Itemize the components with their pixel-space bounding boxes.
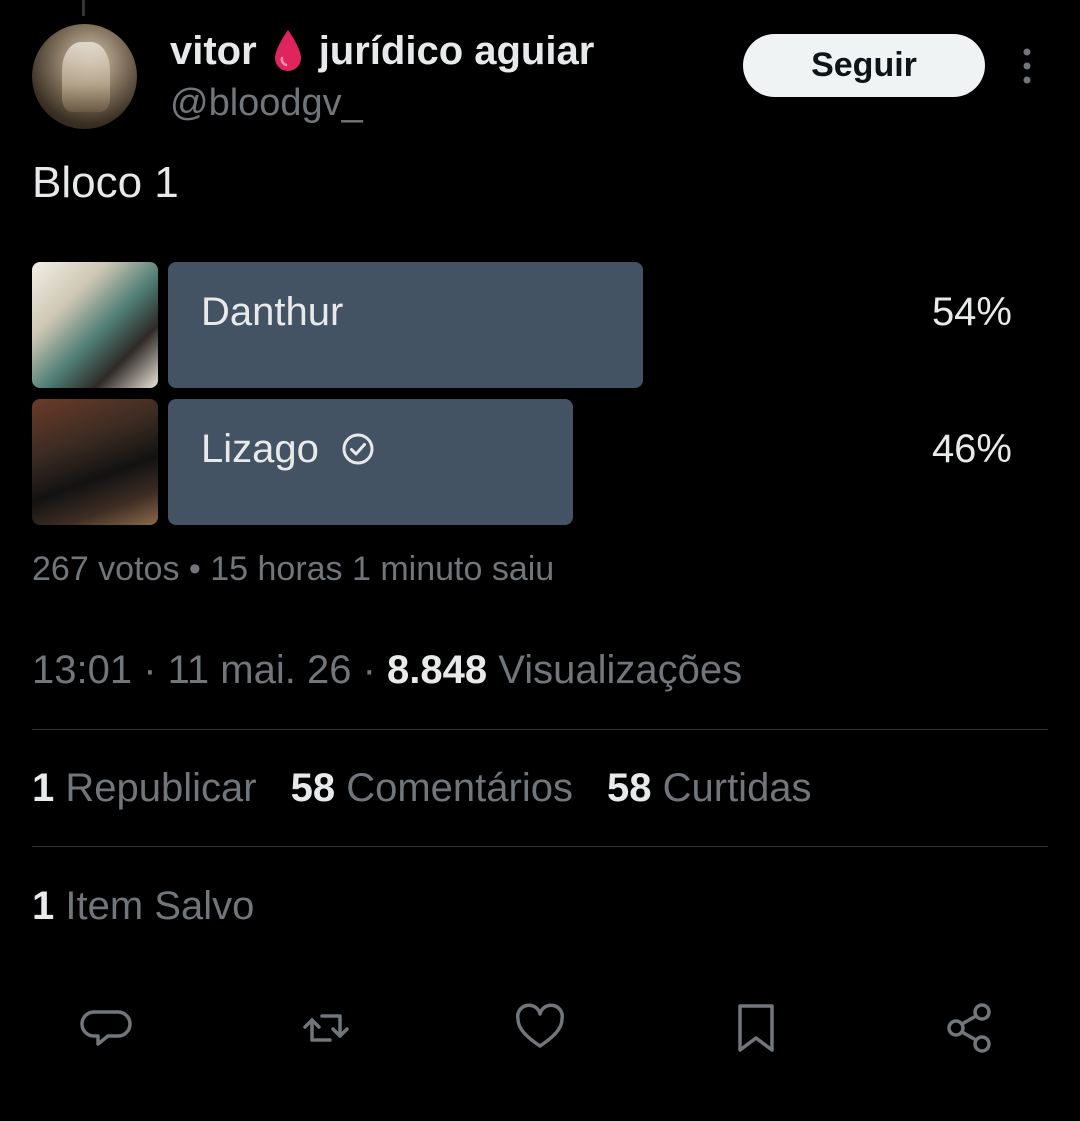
poll-option-lizago: Lizago 46% — [32, 399, 1048, 525]
poll-option-track: Danthur 54% — [168, 262, 1048, 388]
likes-stat[interactable]: 58 Curtidas — [607, 766, 812, 811]
poll-option-track: Lizago 46% — [168, 399, 1048, 525]
author-avatar[interactable] — [32, 24, 137, 129]
poll-option-image[interactable] — [32, 262, 158, 388]
reply-icon[interactable] — [78, 1000, 134, 1056]
views-label: Visualizações — [498, 648, 743, 692]
share-icon[interactable] — [942, 1000, 998, 1056]
bookmark-icon[interactable] — [728, 1000, 784, 1056]
comments-stat[interactable]: 58 Comentários — [291, 766, 573, 811]
poll-option-percent: 54% — [931, 289, 1012, 334]
poll-option-text: Lizago — [201, 426, 319, 471]
drop-of-blood-icon — [274, 30, 301, 71]
engagement-stats: 1 Republicar 58 Comentários 58 Curtidas — [32, 766, 812, 811]
reposts-stat[interactable]: 1 Republicar — [32, 766, 257, 811]
poll-option-image[interactable] — [32, 399, 158, 525]
voted-check-icon — [342, 433, 374, 465]
more-options-icon[interactable] — [1016, 46, 1038, 86]
poll-option-percent: 46% — [931, 426, 1012, 471]
author-handle[interactable]: @bloodgv_ — [170, 82, 363, 125]
post-text: Bloco 1 — [32, 158, 179, 207]
divider — [32, 846, 1048, 847]
views-count: 8.848 — [387, 648, 488, 692]
like-icon[interactable] — [512, 1000, 568, 1056]
poll-option-text: Danthur — [201, 289, 344, 334]
repost-icon[interactable] — [298, 1000, 354, 1056]
thread-connector-line — [82, 0, 85, 16]
divider — [32, 729, 1048, 730]
poll-option-label: Danthur — [201, 262, 343, 362]
post-timestamp-row: 13:01 · 11 mai. 26 · 8.848 Visualizações — [32, 648, 742, 693]
poll-meta: 267 votos • 15 horas 1 minuto saiu — [32, 550, 555, 588]
author-display-name-first[interactable]: vitor — [170, 29, 257, 74]
follow-button[interactable]: Seguir — [743, 34, 985, 97]
bookmarks-stat[interactable]: 1 Item Salvo — [32, 884, 254, 929]
author-name-row[interactable]: vitor jurídico aguiar — [170, 28, 594, 74]
poll-option-danthur: Danthur 54% — [32, 262, 1048, 388]
author-display-name-second[interactable]: jurídico aguiar — [319, 29, 595, 74]
post-action-bar — [0, 1000, 1080, 1056]
poll-option-label: Lizago — [201, 399, 375, 499]
post-time-date[interactable]: 13:01 · 11 mai. 26 · — [32, 648, 376, 692]
